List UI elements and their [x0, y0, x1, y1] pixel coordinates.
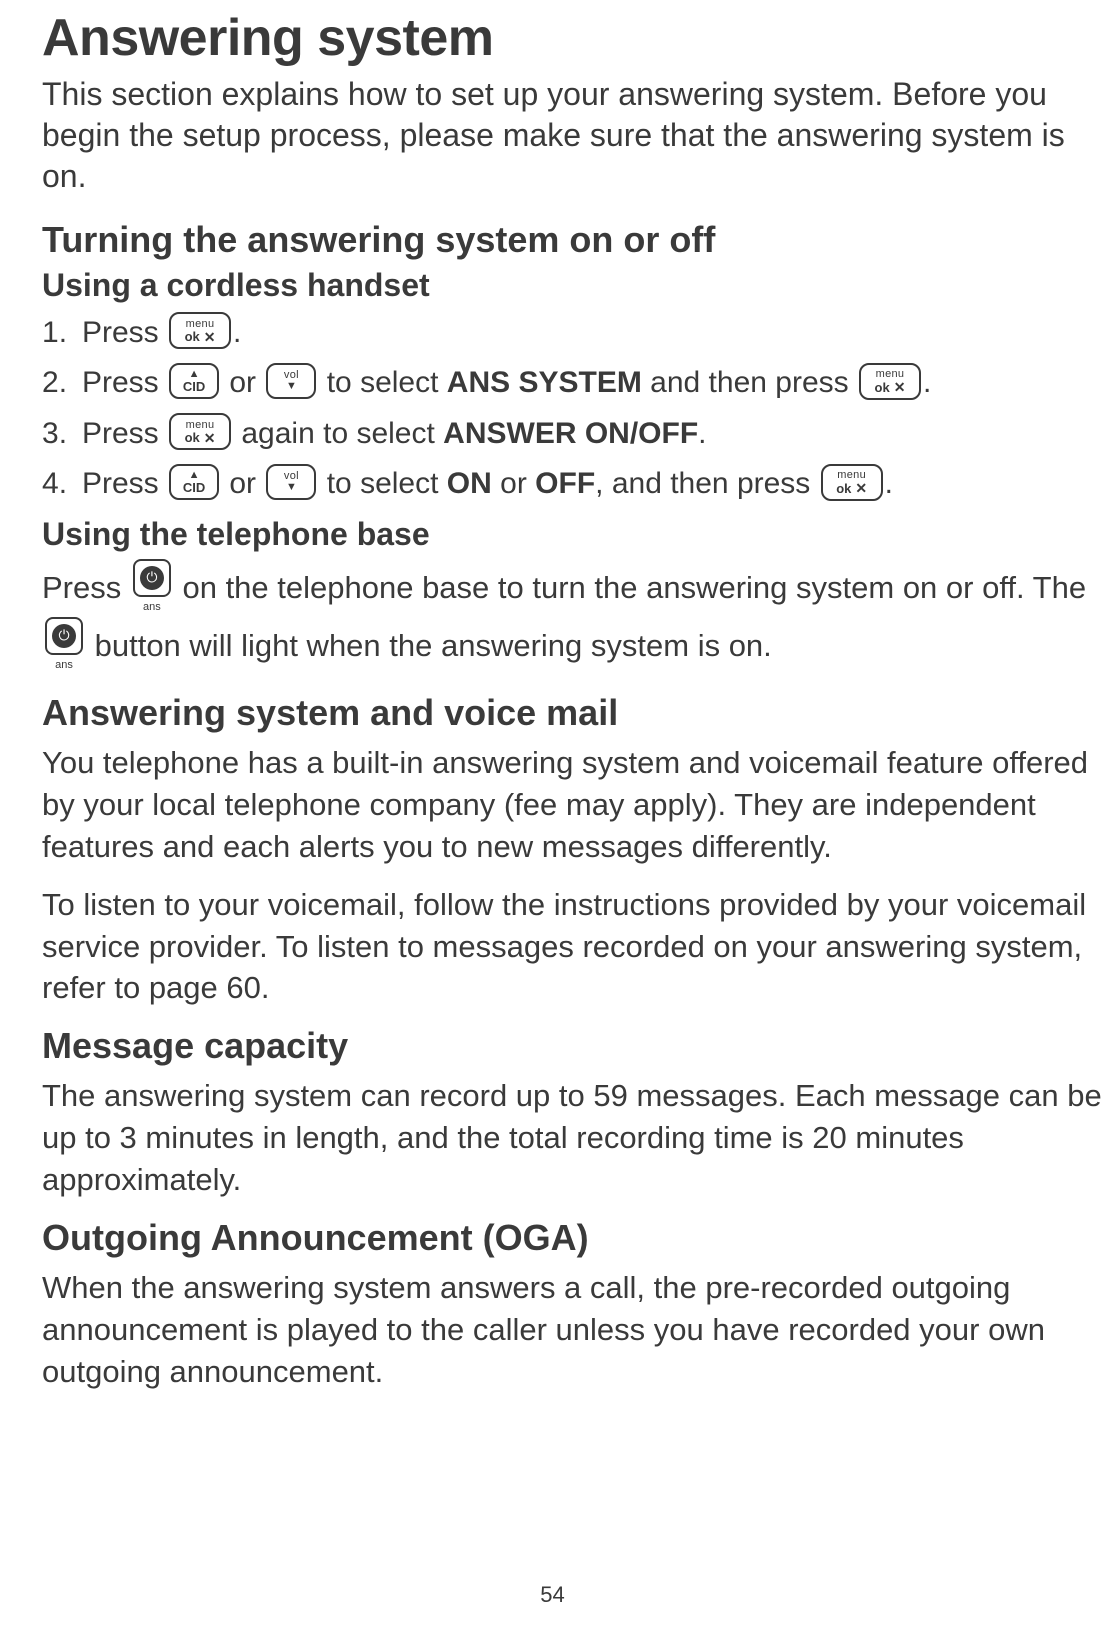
voicemail-paragraph-2: To listen to your voicemail, follow the … — [42, 884, 1105, 1010]
page-number: 54 — [0, 1582, 1105, 1608]
step-text: or — [492, 467, 535, 500]
bold-off: OFF — [535, 467, 595, 500]
subsection-telephone-base: Using the telephone base — [42, 516, 1105, 553]
menu-ok-key-icon: menu ok✕ — [859, 363, 921, 400]
step-text: Press — [82, 316, 167, 349]
mute-icon: ✕ — [894, 380, 906, 394]
step-text: again to select — [233, 417, 443, 450]
steps-list: Press menu ok✕ . Press ▲ CID or vol ▼ to… — [42, 310, 1105, 508]
step-text: Press — [82, 467, 167, 500]
step-text: , and then press — [595, 467, 818, 500]
step-2: Press ▲ CID or vol ▼ to select ANS SYSTE… — [42, 360, 1105, 407]
section-heading-oga: Outgoing Announcement (OGA) — [42, 1217, 1105, 1259]
step-text: and then press — [642, 366, 857, 399]
menu-ok-key-icon: menu ok✕ — [169, 413, 231, 450]
step-1: Press menu ok✕ . — [42, 310, 1105, 357]
vol-down-key-icon: vol ▼ — [266, 464, 316, 500]
text: on the telephone base to turn the answer… — [174, 570, 1086, 605]
subsection-cordless-handset: Using a cordless handset — [42, 267, 1105, 304]
vol-down-key-icon: vol ▼ — [266, 363, 316, 399]
menu-ok-key-icon: menu ok✕ — [821, 464, 883, 501]
ans-power-button-icon: ⏻ ans — [133, 559, 171, 617]
text: button will light when the answering sys… — [86, 628, 772, 663]
bold-ans-system: ANS SYSTEM — [447, 366, 642, 399]
page-title: Answering system — [42, 8, 1105, 68]
capacity-paragraph: The answering system can record up to 59… — [42, 1075, 1105, 1201]
step-text: . — [698, 417, 706, 450]
step-3: Press menu ok✕ again to select ANSWER ON… — [42, 411, 1105, 458]
step-text: . — [885, 467, 893, 500]
section-heading-voicemail: Answering system and voice mail — [42, 692, 1105, 734]
step-text: Press — [82, 417, 167, 450]
base-paragraph: Press ⏻ ans on the telephone base to tur… — [42, 561, 1105, 676]
step-text: to select — [318, 366, 446, 399]
step-text: or — [221, 467, 264, 500]
text: Press — [42, 570, 130, 605]
oga-paragraph: When the answering system answers a call… — [42, 1267, 1105, 1393]
step-text: or — [221, 366, 264, 399]
manual-page: Answering system This section explains h… — [0, 0, 1105, 1628]
mute-icon: ✕ — [204, 330, 216, 344]
cid-up-key-icon: ▲ CID — [169, 464, 219, 500]
step-text: . — [233, 316, 241, 349]
menu-ok-key-icon: menu ok✕ — [169, 312, 231, 349]
voicemail-paragraph-1: You telephone has a built-in answering s… — [42, 742, 1105, 868]
step-4: Press ▲ CID or vol ▼ to select ON or OFF… — [42, 461, 1105, 508]
intro-paragraph: This section explains how to set up your… — [42, 74, 1105, 197]
section-heading-capacity: Message capacity — [42, 1025, 1105, 1067]
mute-icon: ✕ — [204, 431, 216, 445]
mute-icon: ✕ — [855, 481, 867, 495]
step-text: . — [923, 366, 931, 399]
step-text: Press — [82, 366, 167, 399]
cid-up-key-icon: ▲ CID — [169, 363, 219, 399]
section-heading-turning-on-off: Turning the answering system on or off — [42, 219, 1105, 261]
ans-power-button-icon: ⏻ ans — [45, 617, 83, 675]
bold-answer-on-off: ANSWER ON/OFF — [443, 417, 698, 450]
bold-on: ON — [447, 467, 492, 500]
step-text: to select — [318, 467, 446, 500]
